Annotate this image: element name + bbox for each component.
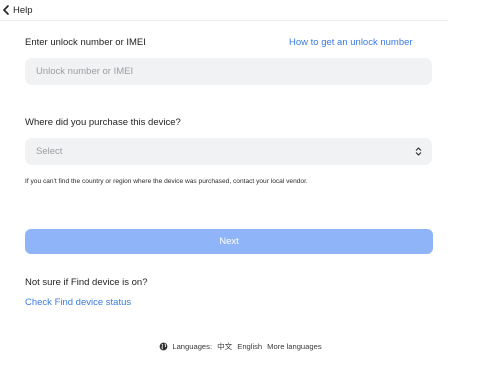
- language-footer: Languages: 中文 English More languages: [0, 341, 481, 352]
- purchase-label: Where did you purchase this device?: [25, 117, 181, 128]
- language-english-link[interactable]: English: [237, 342, 262, 351]
- chevron-left-icon: [2, 5, 10, 15]
- languages-label: Languages:: [172, 342, 213, 351]
- purchase-hint: If you can't find the country or region …: [25, 178, 308, 185]
- unlock-label: Enter unlock number or IMEI: [25, 37, 146, 48]
- back-button[interactable]: Help: [2, 5, 33, 16]
- back-label: Help: [13, 4, 33, 16]
- unlock-input-container: [25, 58, 432, 85]
- top-bar: Help: [0, 0, 448, 21]
- region-select-value: Select: [36, 146, 63, 157]
- find-device-question: Not sure if Find device is on?: [25, 277, 148, 288]
- more-languages-link[interactable]: More languages: [267, 342, 321, 351]
- globe-icon: [159, 342, 168, 351]
- check-find-device-link[interactable]: Check Find device status: [25, 297, 131, 308]
- unlock-input[interactable]: [36, 66, 396, 77]
- language-chinese-link[interactable]: 中文: [217, 341, 232, 352]
- unlock-help-link[interactable]: How to get an unlock number: [289, 37, 413, 48]
- region-select[interactable]: Select: [25, 138, 432, 165]
- next-button[interactable]: Next: [25, 229, 433, 254]
- select-chevron-icon: [415, 147, 422, 156]
